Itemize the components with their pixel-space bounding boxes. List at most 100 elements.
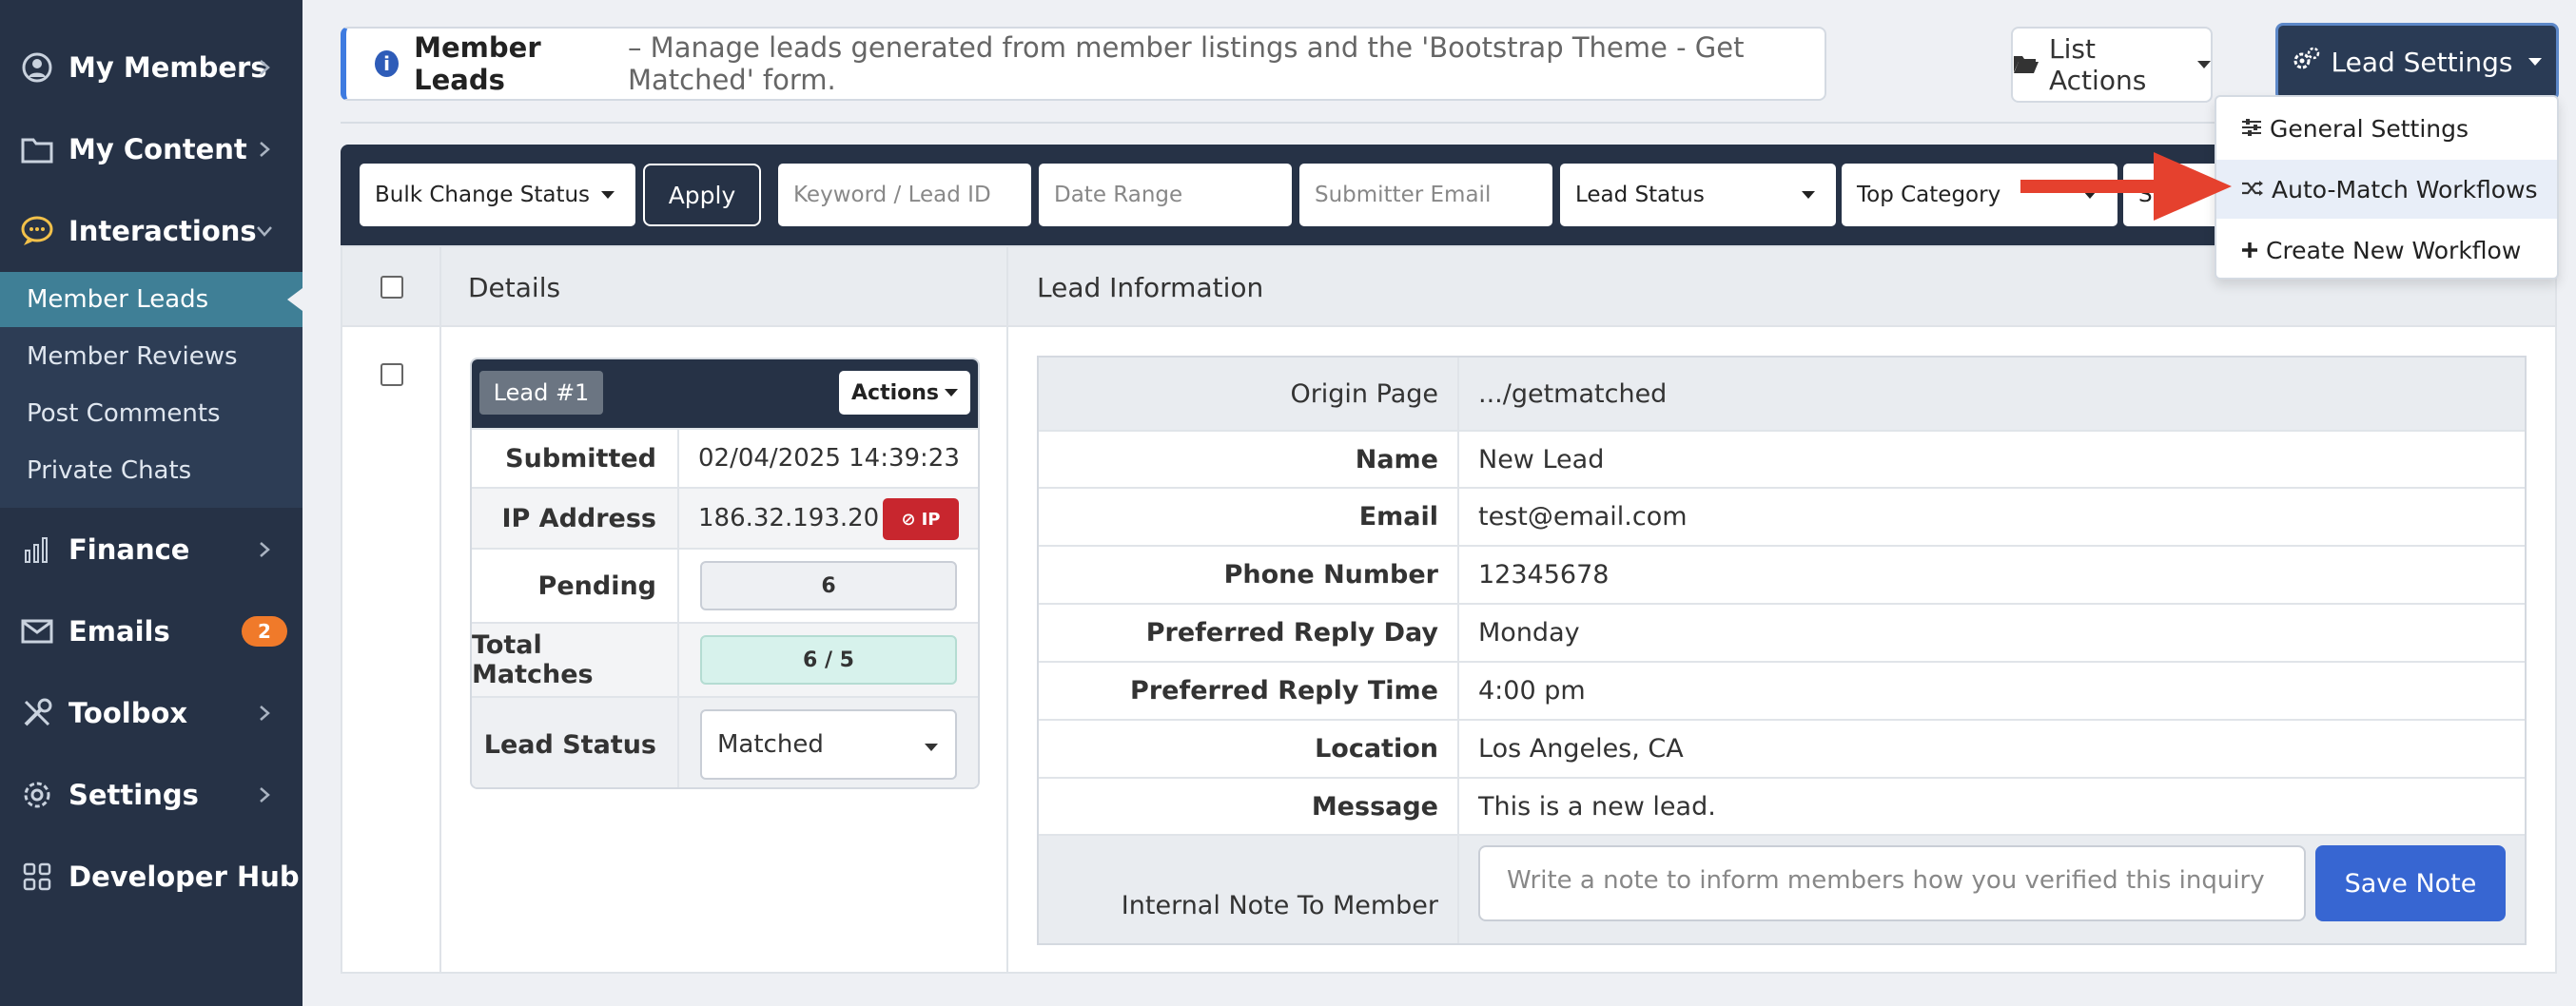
lead-card-header: Lead #1 Actions (472, 359, 978, 428)
apply-button[interactable]: Apply (643, 164, 761, 226)
sidebar-item-settings[interactable]: Settings (0, 766, 302, 823)
card-row-ip: IP Address 186.32.193.20 ⊘ IP (472, 487, 978, 548)
email-label: Email (1039, 489, 1459, 545)
chevron-down-icon (255, 222, 274, 241)
gear-icon (19, 777, 55, 813)
chevron-right-icon (255, 785, 274, 804)
submitter-email-input[interactable]: Submitter Email (1299, 164, 1552, 226)
page-description: – Manage leads generated from member lis… (627, 31, 1745, 96)
card-row-status: Lead Status Matched (472, 696, 978, 787)
col-details: Details (468, 271, 561, 303)
matches-count: 6 / 5 (700, 635, 957, 685)
message-label: Message (1039, 779, 1459, 834)
ip-label: IP Address (472, 489, 679, 548)
sidebar-item-label: Interactions (68, 215, 257, 247)
user-circle-icon (19, 49, 55, 86)
chevron-right-icon (255, 58, 274, 77)
caret-down-icon (945, 389, 958, 397)
sidebar-subitem-member-reviews[interactable]: Member Reviews (0, 329, 302, 384)
sidebar-item-toolbox[interactable]: Toolbox (0, 685, 302, 742)
status-cell: Matched (679, 698, 978, 787)
card-row-pending: Pending 6 (472, 548, 978, 622)
chevron-right-icon (255, 540, 274, 559)
select-all-checkbox[interactable] (381, 276, 403, 299)
submitted-label: Submitted (472, 430, 679, 487)
lead-status-value: Matched (717, 730, 824, 759)
sidebar-item-developer-hub[interactable]: Developer Hub (0, 848, 302, 905)
note-cell: Write a note to inform members how you v… (1459, 836, 2525, 943)
menu-item-auto-match-workflows[interactable]: Auto-Match Workflows (2216, 160, 2557, 219)
sidebar-item-my-content[interactable]: My Content (0, 121, 302, 178)
folder-icon (19, 131, 55, 167)
location-label: Location (1039, 721, 1459, 777)
lead-information-table: Origin Page .../getmatched Name New Lead… (1037, 356, 2527, 945)
list-actions-label: List Actions (2049, 33, 2147, 96)
sidebar-subitem-private-chats[interactable]: Private Chats (0, 443, 302, 498)
sidebar-item-interactions[interactable]: Interactions (0, 203, 302, 260)
list-actions-button[interactable]: List Actions (2011, 27, 2213, 103)
date-range-input[interactable]: Date Range (1039, 164, 1292, 226)
menu-item-general-settings[interactable]: General Settings (2216, 99, 2557, 158)
lead-number-badge: Lead #1 (479, 371, 603, 415)
tools-icon (19, 695, 55, 731)
origin-link[interactable]: .../getmatched (1459, 358, 2525, 430)
info-row-message: Message This is a new lead. (1039, 777, 2525, 834)
chevron-right-icon (255, 704, 274, 723)
info-icon: i (375, 50, 400, 77)
email-count-badge: 2 (242, 616, 287, 647)
phone-value: 12345678 (1478, 560, 1610, 590)
caret-down-icon (2197, 61, 2211, 68)
lead-status-select[interactable]: Lead Status (1560, 164, 1836, 226)
sidebar-item-label: Developer Hub (68, 861, 300, 893)
save-note-button[interactable]: Save Note (2315, 845, 2506, 921)
annotation-arrow-icon (2020, 152, 2232, 221)
sidebar: My Members My Content Interactions Membe… (0, 0, 302, 1006)
keyword-input[interactable]: Keyword / Lead ID (778, 164, 1031, 226)
caret-down-icon (2527, 58, 2542, 66)
caret-down-icon (925, 744, 938, 751)
card-row-matches: Total Matches 6 / 5 (472, 622, 978, 696)
bulk-change-status-select[interactable]: Bulk Change Status (360, 164, 635, 226)
caret-down-icon (1802, 191, 1815, 199)
lead-settings-menu: General Settings Auto-Match Workflows Cr… (2215, 95, 2559, 280)
col-lead-information: Lead Information (1037, 271, 1264, 303)
pending-count: 6 (700, 561, 957, 610)
reply-day-value: Monday (1478, 618, 1580, 648)
bar-chart-icon (19, 532, 55, 568)
info-row-name: Name New Lead (1039, 430, 2525, 487)
column-divider (439, 247, 441, 974)
submitted-value: 02/04/2025 14:39:23 (698, 444, 960, 473)
top-category-label: Top Category (1857, 183, 2001, 207)
sidebar-subitem-post-comments[interactable]: Post Comments (0, 386, 302, 441)
block-ip-button[interactable]: ⊘ IP (883, 498, 959, 540)
email-value: test@email.com (1478, 502, 1688, 532)
sidebar-item-finance[interactable]: Finance (0, 521, 302, 578)
lead-status-label: Lead Status (1575, 183, 1705, 207)
origin-label: Origin Page (1039, 358, 1459, 430)
sidebar-item-emails[interactable]: Emails 2 (0, 603, 302, 660)
internal-note-textarea[interactable]: Write a note to inform members how you v… (1478, 845, 2306, 921)
gears-icon (2293, 47, 2321, 78)
matches-cell: 6 / 5 (679, 624, 978, 696)
sidebar-subitem-member-leads[interactable]: Member Leads (0, 272, 302, 327)
pending-label: Pending (472, 550, 679, 622)
sidebar-item-my-members[interactable]: My Members (0, 39, 302, 96)
location-value: Los Angeles, CA (1478, 734, 1684, 764)
lead-status-dropdown[interactable]: Matched (700, 709, 957, 780)
column-divider (1006, 247, 1008, 974)
lead-actions-button[interactable]: Actions (839, 371, 970, 415)
shuffle-icon (2241, 176, 2264, 203)
note-label: Internal Note To Member (1039, 836, 1459, 943)
lead-card: Lead #1 Actions Submitted 02/04/2025 14:… (470, 358, 980, 789)
lead-settings-button[interactable]: Lead Settings (2275, 23, 2559, 101)
row-checkbox[interactable] (381, 363, 403, 386)
folder-open-icon (2013, 49, 2039, 81)
ban-icon: ⊘ (901, 509, 916, 530)
sliders-icon (2241, 115, 2262, 143)
plus-icon (2241, 237, 2258, 264)
sidebar-item-label: Toolbox (68, 697, 188, 729)
info-row-location: Location Los Angeles, CA (1039, 719, 2525, 777)
menu-item-label: General Settings (2270, 114, 2469, 143)
menu-item-create-new-workflow[interactable]: Create New Workflow (2216, 221, 2557, 280)
card-row-submitted: Submitted 02/04/2025 14:39:23 (472, 428, 978, 487)
